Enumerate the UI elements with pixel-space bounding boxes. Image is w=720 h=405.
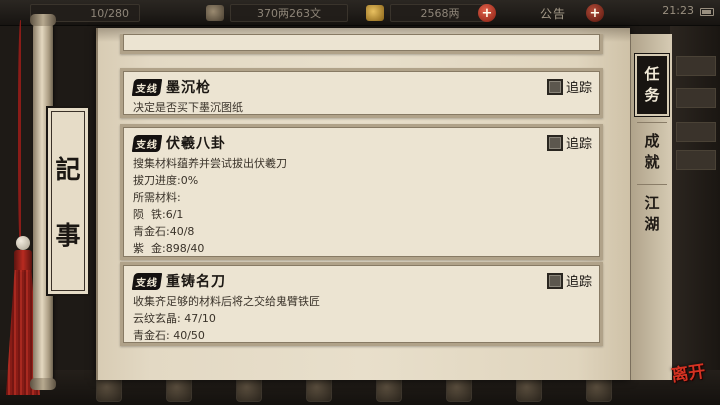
- gold-ingot-icon: [366, 5, 384, 21]
- exit-label: 离开: [670, 361, 707, 386]
- tab-label-char: 湖: [644, 215, 660, 233]
- tassel-cord: [18, 20, 24, 250]
- scroll-title-char: 事: [55, 221, 81, 250]
- background-button: [676, 150, 716, 170]
- track-checkbox[interactable]: [546, 134, 563, 151]
- quest-card[interactable]: 支线 重铸名刀 追踪 收集齐足够的材料后将之交给鬼臂铁匠 云纹玄晶: 47/10…: [120, 262, 603, 346]
- quest-type-badge: 支线: [131, 78, 163, 96]
- add-gold-button[interactable]: +: [478, 3, 496, 23]
- tab-label-char: 江: [644, 194, 660, 212]
- exit-button[interactable]: 离开: [666, 349, 711, 392]
- battery-icon: [700, 8, 714, 16]
- background-button: [676, 88, 716, 108]
- track-checkbox[interactable]: [546, 78, 563, 95]
- quest-description: 搜集材料蕴养并尝试拔出伏羲刀 拔刀进度:0% 所需材料: 陨 铁:6/1 青金石…: [133, 155, 287, 257]
- quest-line: 紫 金:898/40: [133, 242, 205, 255]
- background-button: [676, 56, 716, 76]
- quest-card-header: 支线 墨沉枪: [131, 77, 211, 97]
- track-toggle[interactable]: 追踪: [546, 133, 592, 152]
- quest-line: 搜集材料蕴养并尝试拔出伏羲刀: [133, 157, 287, 170]
- tab-label-char: 任: [644, 65, 660, 83]
- track-label: 追踪: [565, 275, 592, 290]
- money-display: 370两263文: [206, 3, 348, 23]
- quest-line: 收集齐足够的材料后将之交给鬼臂铁匠: [133, 295, 320, 308]
- top-resource-bar: 10/280 370两263文 2568两 + 公告 + 21:23: [0, 0, 720, 26]
- track-toggle[interactable]: 追踪: [546, 271, 592, 290]
- quest-card-header: 支线 伏羲八卦: [131, 133, 226, 153]
- gold-value: 2568两: [420, 7, 460, 20]
- category-tabs: 任 务 成 就 江 湖: [630, 34, 672, 380]
- track-checkbox[interactable]: [546, 272, 563, 289]
- quest-line: 拔刀进度:0%: [133, 174, 199, 187]
- quest-line: 青金石: 40/50: [133, 329, 205, 342]
- quest-name: 伏羲八卦: [166, 136, 226, 152]
- quest-line: 陨 铁:6/1: [133, 208, 184, 221]
- quest-card-header: 支线 重铸名刀: [131, 271, 226, 291]
- announcement-button[interactable]: 公告: [540, 3, 566, 23]
- background-button: [676, 122, 716, 142]
- quest-list[interactable]: 支线 墨沉枪 追踪 决定是否买下墨沉图纸 支线 伏羲八卦 追踪 搜集材料蕴养并尝…: [106, 34, 626, 376]
- quest-card[interactable]: 支线 墨沉枪 追踪 决定是否买下墨沉图纸: [120, 68, 603, 118]
- quest-line: 青金石:40/8: [133, 225, 195, 238]
- quest-description: 收集齐足够的材料后将之交给鬼臂铁匠 云纹玄晶: 47/10 青金石: 40/50: [133, 293, 320, 344]
- scroll-title-panel: 記 事: [46, 106, 90, 296]
- money-value: 370两263文: [257, 7, 321, 20]
- quest-name: 重铸名刀: [166, 274, 226, 290]
- gold-display: 2568两: [366, 3, 490, 23]
- money-pouch-icon: [206, 5, 224, 21]
- announcement-label: 公告: [540, 6, 567, 21]
- quest-name: 墨沉枪: [166, 80, 211, 96]
- bag-counter-value: 10/280: [90, 6, 129, 20]
- tab-label-char: 成: [644, 132, 660, 150]
- quest-type-badge: 支线: [131, 272, 163, 290]
- tab-label-char: 务: [644, 86, 660, 104]
- clock: 21:23: [662, 4, 694, 17]
- scroll-title-char: 記: [55, 155, 81, 184]
- quest-description: 决定是否买下墨沉图纸: [133, 99, 243, 116]
- background-side-panel: [670, 26, 720, 405]
- track-label: 追踪: [565, 137, 592, 152]
- quest-line: 所需材料:: [133, 191, 181, 204]
- tab-label-char: 就: [644, 153, 660, 171]
- previous-quest-card-edge: [120, 34, 603, 54]
- tab-achievements[interactable]: 成 就: [633, 122, 671, 182]
- quest-line: 决定是否买下墨沉图纸: [133, 101, 243, 114]
- quest-card[interactable]: 支线 伏羲八卦 追踪 搜集材料蕴养并尝试拔出伏羲刀 拔刀进度:0% 所需材料: …: [120, 124, 603, 260]
- tassel-cap: [14, 250, 32, 272]
- tassel-bead: [16, 236, 30, 250]
- quest-line: 云纹玄晶: 47/10: [133, 312, 216, 325]
- track-toggle[interactable]: 追踪: [546, 77, 592, 96]
- plus-icon: +: [586, 4, 604, 22]
- quest-type-badge: 支线: [131, 134, 163, 152]
- announcement-add-button[interactable]: +: [586, 3, 604, 23]
- track-label: 追踪: [565, 81, 592, 96]
- tab-tasks[interactable]: 任 务: [634, 53, 670, 117]
- tab-jianghu[interactable]: 江 湖: [633, 184, 671, 244]
- plus-icon: +: [478, 4, 496, 22]
